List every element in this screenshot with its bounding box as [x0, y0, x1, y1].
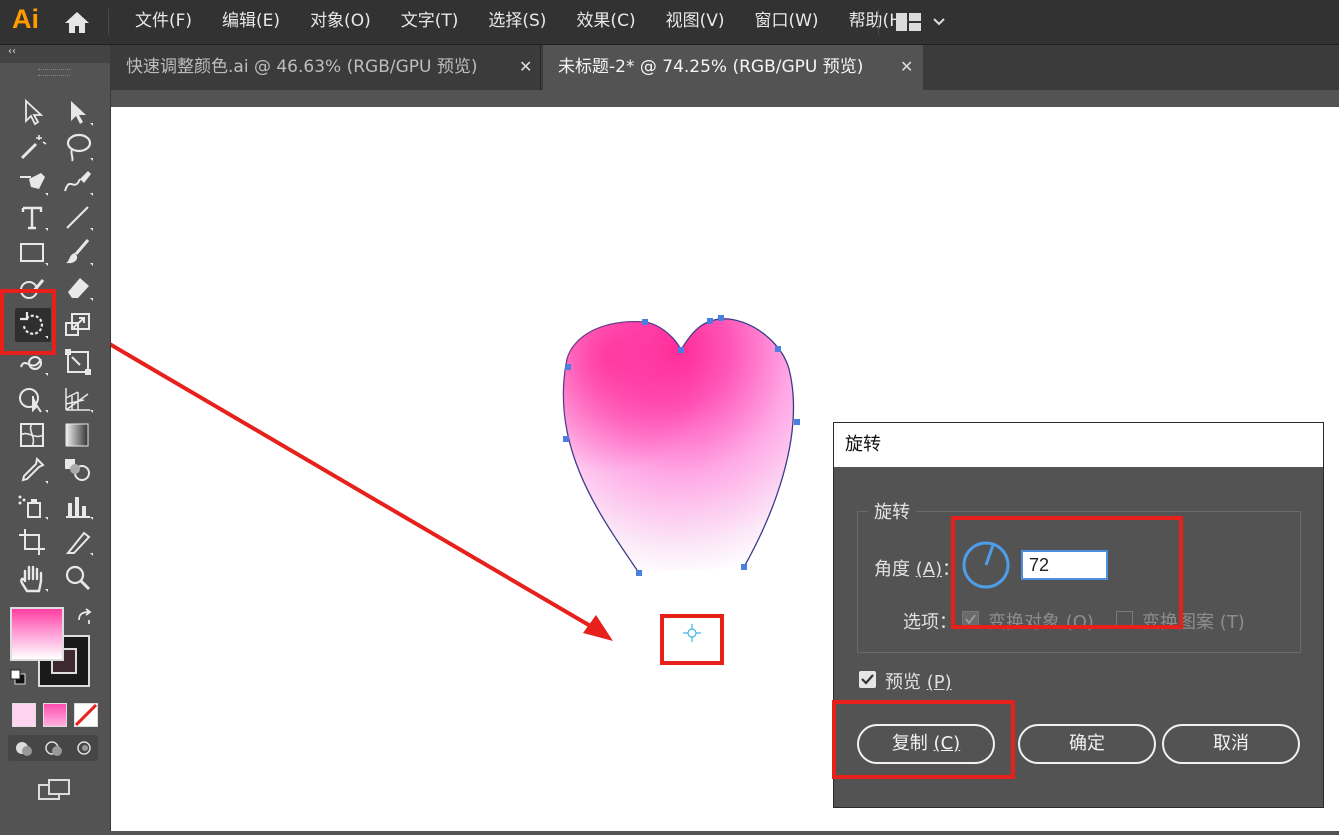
type-icon[interactable] [15, 200, 51, 234]
zoom-icon[interactable] [60, 561, 96, 595]
app-logo: Ai [12, 4, 39, 34]
eyedropper-icon[interactable] [15, 453, 51, 487]
canvas-border [111, 90, 1339, 107]
slice-icon[interactable] [60, 525, 96, 559]
fill-swatch[interactable] [10, 607, 64, 661]
rectangle-icon[interactable] [15, 235, 51, 269]
dialog-title: 旋转 [834, 423, 1323, 467]
color-mode-gradient[interactable] [43, 703, 67, 727]
close-icon[interactable]: ✕ [900, 45, 913, 89]
highlight-angle-options [951, 516, 1183, 629]
tab-document-1[interactable]: 快速调整颜色.ai @ 46.63% (RGB/GPU 预览) ✕ [111, 45, 541, 90]
preview-checkbox[interactable] [859, 671, 876, 688]
tab-label: 未标题-2* @ 74.25% (RGB/GPU 预览) [558, 57, 864, 77]
tools-panel: ‹‹ [0, 45, 111, 831]
blend-icon[interactable] [60, 453, 96, 487]
menu-effect[interactable]: 效果(C) [561, 0, 650, 44]
free-transform-icon[interactable] [60, 345, 96, 379]
screen-mode-icon[interactable] [37, 777, 73, 803]
gradient-icon[interactable] [60, 418, 96, 452]
menu-bar: Ai 文件(F) 编辑(E) 对象(O) 文字(T) 选择(S) 效果(C) 视… [0, 0, 1339, 45]
annotation-arrowhead [583, 615, 613, 641]
perspective-grid-icon[interactable] [60, 382, 96, 416]
lasso-icon[interactable] [60, 130, 96, 164]
options-label: 选项： [903, 612, 957, 633]
menu-view[interactable]: 视图(V) [651, 0, 740, 44]
cancel-button[interactable]: 取消 [1162, 724, 1300, 764]
symbol-sprayer-icon[interactable] [15, 489, 51, 523]
direct-selection-icon[interactable] [60, 95, 96, 129]
artboard-icon[interactable] [15, 525, 51, 559]
workspace-switcher-icon[interactable] [896, 12, 950, 32]
scale-icon[interactable] [60, 308, 96, 342]
collapse-panel-button[interactable]: ‹‹ [0, 45, 110, 63]
draw-normal-icon[interactable] [14, 739, 34, 757]
draw-inside-icon[interactable] [74, 739, 94, 757]
line-segment-icon[interactable] [60, 200, 96, 234]
highlight-copy-button [832, 700, 1015, 779]
shape-builder-icon[interactable] [15, 382, 51, 416]
pen-icon[interactable] [15, 165, 51, 199]
angle-label: 角度 (A)： [874, 559, 961, 580]
menu-object[interactable]: 对象(O) [295, 0, 386, 44]
hand-icon[interactable] [15, 561, 51, 595]
panel-grip[interactable] [38, 69, 70, 76]
document-tabs: 快速调整颜色.ai @ 46.63% (RGB/GPU 预览) ✕ 未标题-2*… [111, 45, 1339, 90]
color-mode-color[interactable] [12, 703, 36, 727]
highlight-rotate-tool [0, 289, 56, 355]
selection-icon[interactable] [15, 95, 51, 129]
home-icon[interactable] [62, 9, 92, 35]
annotation-arrow [99, 337, 601, 633]
menu-edit[interactable]: 编辑(E) [207, 0, 295, 44]
magic-wand-icon[interactable] [15, 130, 51, 164]
eraser-icon[interactable] [60, 270, 96, 304]
preview-label: 预览 (P) [885, 672, 952, 693]
menu-type[interactable]: 文字(T) [386, 0, 474, 44]
draw-behind-icon[interactable] [44, 739, 64, 757]
close-icon[interactable]: ✕ [519, 45, 532, 89]
curvature-icon[interactable] [60, 165, 96, 199]
highlight-rotation-origin [660, 614, 724, 665]
column-graph-icon[interactable] [60, 489, 96, 523]
swap-fill-stroke-icon[interactable] [76, 608, 94, 626]
tab-label: 快速调整颜色.ai @ 46.63% (RGB/GPU 预览) [126, 57, 478, 77]
default-fill-stroke-icon[interactable] [10, 669, 26, 685]
ok-button[interactable]: 确定 [1018, 724, 1156, 764]
menu-file[interactable]: 文件(F) [120, 0, 207, 44]
tab-document-2[interactable]: 未标题-2* @ 74.25% (RGB/GPU 预览) ✕ [543, 45, 923, 90]
paintbrush-icon[interactable] [60, 235, 96, 269]
menu-window[interactable]: 窗口(W) [739, 0, 833, 44]
menu-select[interactable]: 选择(S) [473, 0, 561, 44]
mesh-icon[interactable] [15, 418, 51, 452]
color-mode-none[interactable] [74, 703, 98, 727]
group-label: 旋转 [868, 498, 916, 524]
